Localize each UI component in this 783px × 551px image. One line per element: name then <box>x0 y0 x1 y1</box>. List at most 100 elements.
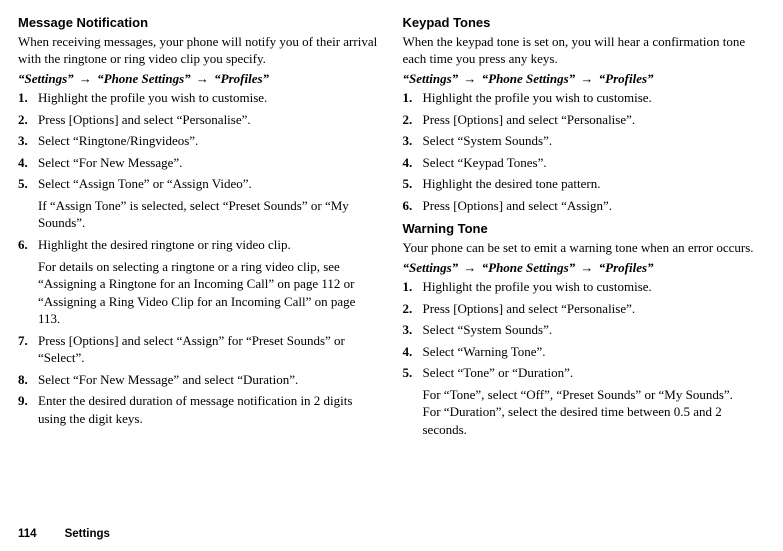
step-number: 6. <box>18 236 38 328</box>
steps-keypad-tones: 1.Highlight the profile you wish to cust… <box>403 89 766 214</box>
step-text: Highlight the desired tone pattern. <box>423 175 766 193</box>
step: 4.Select “For New Message”. <box>18 154 381 172</box>
footer-section: Settings <box>65 528 110 540</box>
path-part: “Settings” <box>403 260 459 275</box>
intro-message-notification: When receiving messages, your phone will… <box>18 33 381 68</box>
arrow-icon: → <box>575 71 599 86</box>
step-number: 8. <box>18 371 38 389</box>
step: 1.Highlight the profile you wish to cust… <box>403 89 766 107</box>
path-part: “Profiles” <box>599 260 654 275</box>
step-text: Highlight the desired ringtone or ring v… <box>38 237 291 252</box>
steps-message-notification: 1.Highlight the profile you wish to cust… <box>18 89 381 427</box>
step: 5.Select “Tone” or “Duration”. For “Tone”… <box>403 364 766 438</box>
step-text: Select “Tone” or “Duration”. <box>423 365 574 380</box>
step: 5.Highlight the desired tone pattern. <box>403 175 766 193</box>
step-text: Press [Options] and select “Personalise”… <box>423 111 766 129</box>
step-text: Press [Options] and select “Personalise”… <box>423 300 766 318</box>
steps-warning-tone: 1.Highlight the profile you wish to cust… <box>403 278 766 438</box>
intro-keypad-tones: When the keypad tone is set on, you will… <box>403 33 766 68</box>
arrow-icon: → <box>575 260 599 275</box>
step: 3.Select “System Sounds”. <box>403 132 766 150</box>
step-body: Highlight the desired ringtone or ring v… <box>38 236 381 328</box>
step-sub: If “Assign Tone” is selected, select “Pr… <box>38 197 381 232</box>
page-footer: 114 Settings <box>18 527 110 543</box>
step-number: 1. <box>403 89 423 107</box>
step-number: 9. <box>18 392 38 427</box>
step-number: 5. <box>403 364 423 438</box>
step-text: Highlight the profile you wish to custom… <box>38 89 381 107</box>
step-text: Select “System Sounds”. <box>423 321 766 339</box>
step: 8.Select “For New Message” and select “D… <box>18 371 381 389</box>
step-body: Select “Tone” or “Duration”. For “Tone”, … <box>423 364 766 438</box>
path-keypad-tones: “Settings” → “Phone Settings” → “Profile… <box>403 70 766 88</box>
step: 2.Press [Options] and select “Personalis… <box>403 111 766 129</box>
step: 1.Highlight the profile you wish to cust… <box>18 89 381 107</box>
intro-warning-tone: Your phone can be set to emit a warning … <box>403 239 766 257</box>
arrow-icon: → <box>191 71 215 86</box>
path-part: “Phone Settings” <box>97 71 191 86</box>
step-number: 5. <box>403 175 423 193</box>
step: 3.Select “System Sounds”. <box>403 321 766 339</box>
step-text: Press [Options] and select “Personalise”… <box>38 111 381 129</box>
step: 3.Select “Ringtone/Ringvideos”. <box>18 132 381 150</box>
step-text: Highlight the profile you wish to custom… <box>423 89 766 107</box>
step-sub: For details on selecting a ringtone or a… <box>38 258 381 328</box>
step: 4.Select “Warning Tone”. <box>403 343 766 361</box>
step-text: Select “Assign Tone” or “Assign Video”. <box>38 176 252 191</box>
step-number: 3. <box>18 132 38 150</box>
step: 1.Highlight the profile you wish to cust… <box>403 278 766 296</box>
step-number: 3. <box>403 132 423 150</box>
step-number: 3. <box>403 321 423 339</box>
step-text: Highlight the profile you wish to custom… <box>423 278 766 296</box>
step-text: Select “For New Message”. <box>38 154 381 172</box>
step-number: 4. <box>18 154 38 172</box>
step: 6.Press [Options] and select “Assign”. <box>403 197 766 215</box>
step: 6.Highlight the desired ringtone or ring… <box>18 236 381 328</box>
step: 4.Select “Keypad Tones”. <box>403 154 766 172</box>
step-number: 6. <box>403 197 423 215</box>
arrow-icon: → <box>458 71 482 86</box>
warning-tone-section: Warning Tone Your phone can be set to em… <box>403 220 766 438</box>
step-body: Select “Assign Tone” or “Assign Video”. I… <box>38 175 381 232</box>
step-text: Select “Warning Tone”. <box>423 343 766 361</box>
step-number: 4. <box>403 343 423 361</box>
step-text: Press [Options] and select “Assign” for … <box>38 332 381 367</box>
step-number: 5. <box>18 175 38 232</box>
heading-message-notification: Message Notification <box>18 14 381 32</box>
path-part: “Phone Settings” <box>482 260 576 275</box>
step-text: Select “Keypad Tones”. <box>423 154 766 172</box>
path-part: “Settings” <box>18 71 74 86</box>
message-notification-section: Message Notification When receiving mess… <box>18 14 381 427</box>
step-text: Select “For New Message” and select “Dur… <box>38 371 381 389</box>
path-message-notification: “Settings” → “Phone Settings” → “Profile… <box>18 70 381 88</box>
step-sub: For “Tone”, select “Off”, “Preset Sounds… <box>423 386 766 439</box>
step-number: 2. <box>403 111 423 129</box>
step-text: Select “System Sounds”. <box>423 132 766 150</box>
step: 9.Enter the desired duration of message … <box>18 392 381 427</box>
step: 2.Press [Options] and select “Personalis… <box>403 300 766 318</box>
step-number: 2. <box>18 111 38 129</box>
heading-warning-tone: Warning Tone <box>403 220 766 238</box>
step-number: 1. <box>18 89 38 107</box>
right-column: Keypad Tones When the keypad tone is set… <box>403 14 766 442</box>
left-column: Message Notification When receiving mess… <box>18 14 381 442</box>
path-part: “Settings” <box>403 71 459 86</box>
arrow-icon: → <box>458 260 482 275</box>
page-number: 114 <box>18 528 37 540</box>
step-number: 4. <box>403 154 423 172</box>
step: 2.Press [Options] and select “Personalis… <box>18 111 381 129</box>
step: 7.Press [Options] and select “Assign” fo… <box>18 332 381 367</box>
path-part: “Profiles” <box>214 71 269 86</box>
path-part: “Phone Settings” <box>482 71 576 86</box>
step-number: 2. <box>403 300 423 318</box>
path-warning-tone: “Settings” → “Phone Settings” → “Profile… <box>403 259 766 277</box>
keypad-tones-section: Keypad Tones When the keypad tone is set… <box>403 14 766 214</box>
heading-keypad-tones: Keypad Tones <box>403 14 766 32</box>
step-number: 7. <box>18 332 38 367</box>
step-text: Select “Ringtone/Ringvideos”. <box>38 132 381 150</box>
arrow-icon: → <box>74 71 98 86</box>
step-text: Enter the desired duration of message no… <box>38 392 381 427</box>
step-number: 1. <box>403 278 423 296</box>
step-text: Press [Options] and select “Assign”. <box>423 197 766 215</box>
path-part: “Profiles” <box>599 71 654 86</box>
